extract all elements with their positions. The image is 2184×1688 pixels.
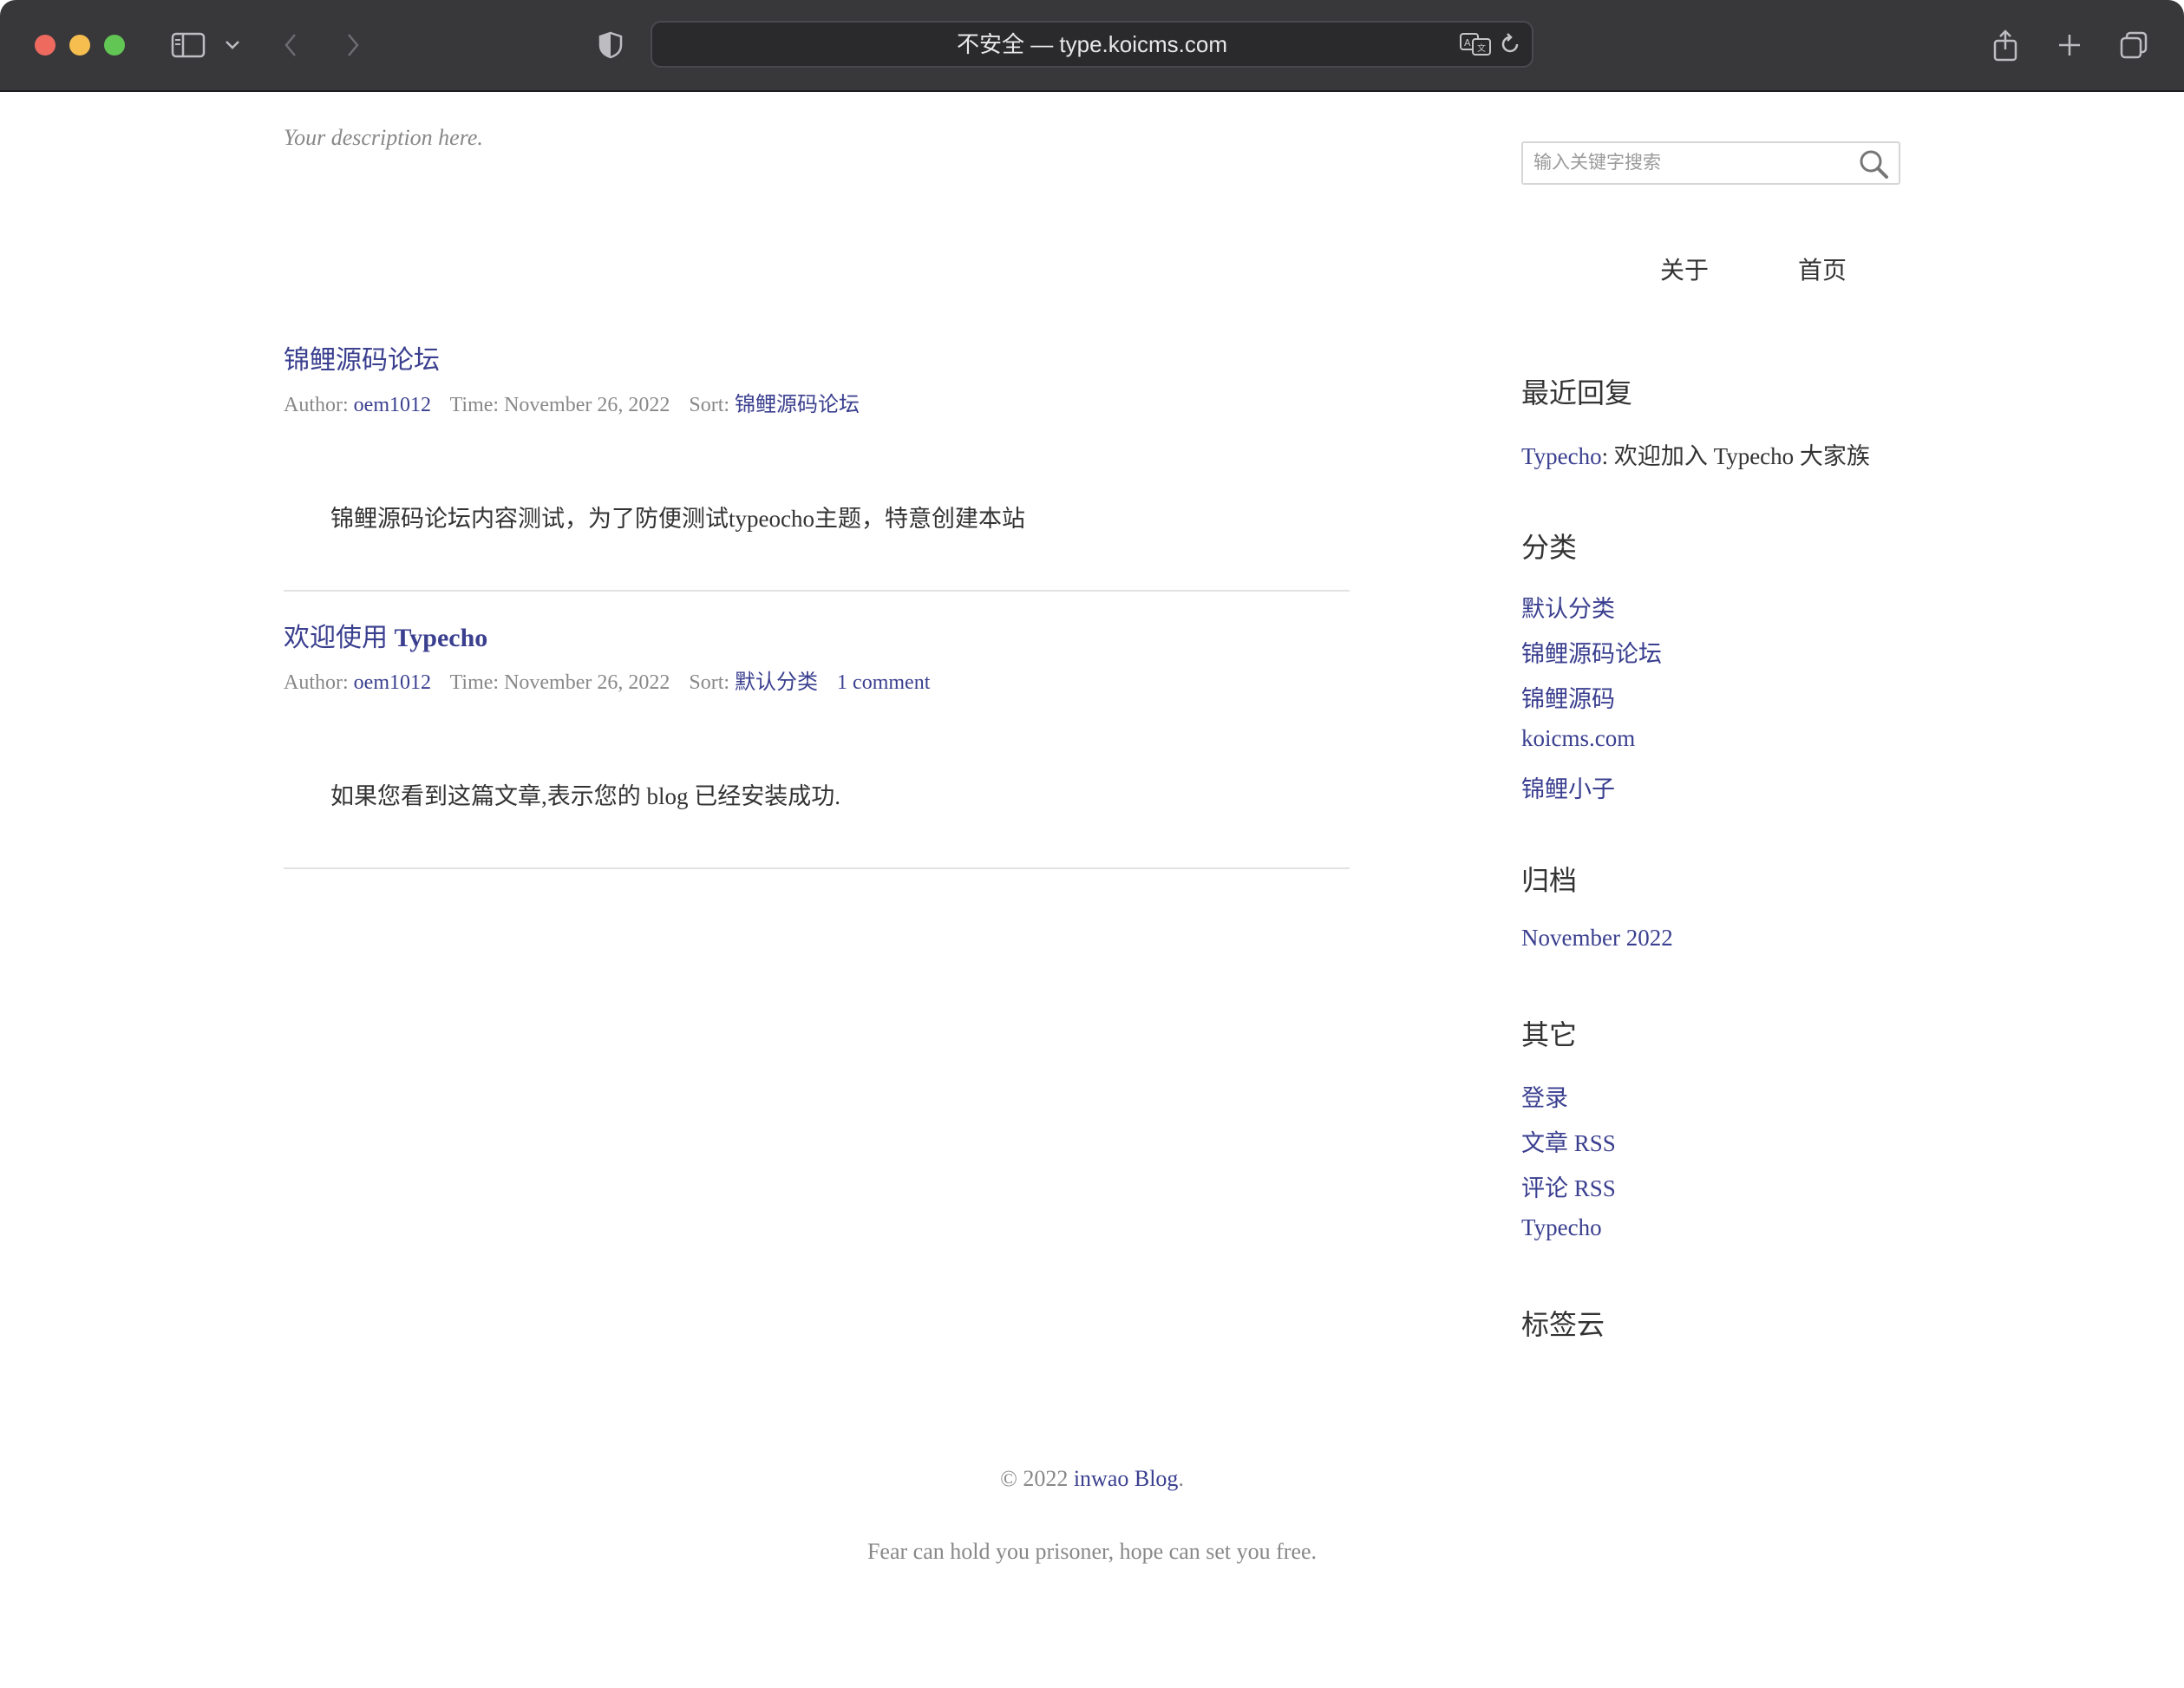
privacy-shield-icon[interactable] [593, 24, 628, 66]
misc-posts-rss-link[interactable]: 文章 RSS [1521, 1124, 1616, 1158]
widget-title-misc: 其它 [1521, 1019, 1578, 1050]
svg-text:文: 文 [1477, 43, 1486, 54]
chevron-down-icon[interactable] [220, 24, 245, 66]
post-title[interactable]: 欢迎使用 Typecho [284, 616, 487, 654]
misc-login-link[interactable]: 登录 [1521, 1079, 1568, 1113]
forward-icon[interactable] [338, 24, 368, 66]
post-title-cn: 欢迎使用 [284, 624, 388, 652]
author-label: Author: [284, 394, 349, 416]
author-link[interactable]: oem1012 [354, 394, 431, 416]
recent-comment-item: Typecho: 欢迎加入 Typecho 大家族 [1521, 437, 1870, 471]
author-label: Author: [284, 671, 349, 694]
translate-icon[interactable]: A文 [1459, 31, 1492, 57]
widget-title-archives: 归档 [1521, 865, 1578, 896]
comment-author-link[interactable]: Typecho [1521, 443, 1602, 469]
category-link[interactable]: 默认分类 [735, 671, 818, 694]
misc-comments-rss-link[interactable]: 评论 RSS [1521, 1169, 1616, 1203]
footer-copyright: © 2022 inwao Blog. [0, 1466, 2184, 1492]
browser-toolbar: 不安全 — type.koicms.com A文 [0, 0, 2184, 92]
zoom-window-button[interactable] [104, 35, 125, 56]
category-item[interactable]: koicms.com [1521, 725, 1635, 752]
search-icon[interactable] [1857, 148, 1892, 180]
comments-link[interactable]: 1 comment [837, 671, 930, 694]
post-title[interactable]: 锦鲤源码论坛 [284, 338, 440, 376]
post-date: November 26, 2022 [504, 671, 670, 694]
share-icon[interactable] [1988, 24, 2023, 66]
nav-about[interactable]: 关于 [1660, 252, 1709, 286]
comment-text: 欢迎加入 Typecho 大家族 [1613, 443, 1870, 469]
category-item[interactable]: 锦鲤小子 [1521, 770, 1615, 804]
post-date: November 26, 2022 [504, 394, 670, 416]
post-excerpt: 如果您看到这篇文章,表示您的 blog 已经安装成功. [330, 783, 841, 809]
comment-separator: : [1601, 443, 1614, 469]
category-item[interactable]: 锦鲤源码论坛 [1521, 635, 1662, 669]
footer-motto: Fear can hold you prisoner, hope can set… [866, 1539, 1318, 1564]
reload-icon[interactable] [1499, 31, 1521, 57]
sort-label: Sort: [689, 671, 730, 694]
copyright-prefix: © 2022 [1000, 1466, 1074, 1491]
sort-label: Sort: [689, 394, 730, 416]
search-box [1521, 141, 1900, 185]
sidebar-toggle-icon[interactable] [167, 24, 210, 66]
minimize-window-button[interactable] [69, 35, 90, 56]
category-item[interactable]: 默认分类 [1521, 590, 1615, 624]
post-meta: Author: oem1012 Time: November 26, 2022 … [284, 664, 930, 695]
address-bar[interactable]: 不安全 — type.koicms.com A文 [651, 21, 1533, 68]
post-meta: Author: oem1012 Time: November 26, 2022 … [284, 387, 860, 417]
widget-title-recent-comments: 最近回复 [1521, 377, 1633, 409]
author-link[interactable]: oem1012 [354, 671, 431, 694]
time-label: Time: [449, 394, 500, 416]
misc-typecho-link[interactable]: Typecho [1521, 1214, 1602, 1241]
back-icon[interactable] [276, 24, 305, 66]
post-excerpt: 锦鲤源码论坛内容测试，为了防便测试typeocho主题，特意创建本站 [330, 506, 1025, 532]
site-description: Your description here. [284, 125, 483, 150]
url-text: 不安全 — type.koicms.com [956, 31, 1228, 57]
nav-home[interactable]: 首页 [1798, 252, 1847, 286]
category-item[interactable]: 锦鲤源码 [1521, 680, 1615, 714]
svg-text:A: A [1464, 37, 1471, 49]
copyright-suffix: . [1178, 1466, 1184, 1491]
widget-title-categories: 分类 [1521, 532, 1578, 563]
new-tab-icon[interactable] [2052, 24, 2087, 66]
post-divider [284, 590, 1350, 592]
time-label: Time: [449, 671, 500, 694]
widget-title-tags: 标签云 [1521, 1309, 1605, 1340]
post-title-en: Typecho [394, 624, 488, 652]
category-link[interactable]: 锦鲤源码论坛 [735, 394, 860, 416]
close-window-button[interactable] [35, 35, 56, 56]
post-divider [284, 867, 1350, 869]
blog-name-link[interactable]: inwao Blog [1074, 1466, 1179, 1491]
tab-overview-icon[interactable] [2116, 24, 2151, 66]
archive-item[interactable]: November 2022 [1521, 925, 1673, 952]
search-input[interactable] [1523, 143, 1853, 183]
